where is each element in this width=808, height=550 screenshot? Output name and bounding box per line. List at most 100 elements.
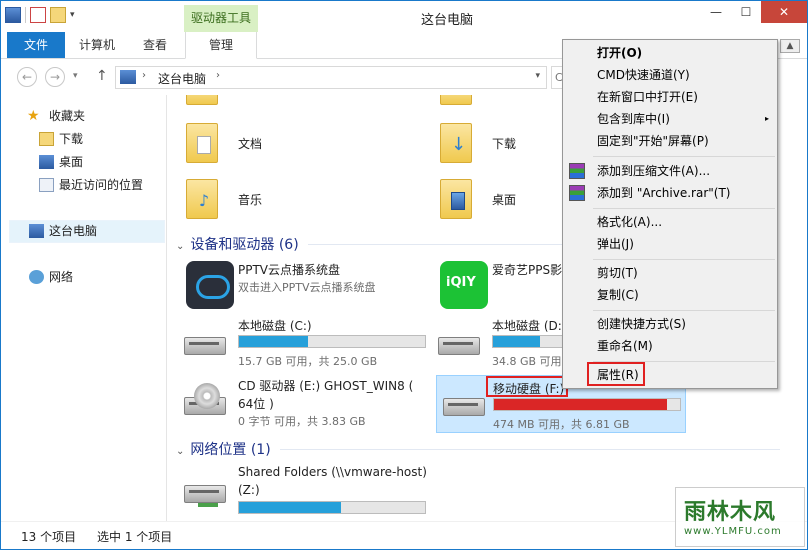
recent-locations-chevron-icon[interactable]: ▾ — [73, 71, 78, 81]
minimize-button[interactable]: — — [701, 1, 731, 23]
forward-button[interactable]: → — [45, 67, 65, 87]
tab-view[interactable]: 查看 — [129, 32, 181, 58]
menu-item-eject[interactable]: 弹出(J) — [563, 233, 777, 255]
menu-item-add-to-archive-rar[interactable]: 添加到 "Archive.rar"(T) — [563, 182, 777, 204]
folder-documents[interactable]: 文档 — [168, 121, 408, 171]
menu-item-pin-to-start[interactable]: 固定到"开始"屏幕(P) — [563, 130, 777, 152]
breadcrumb-this-pc[interactable]: 这台电脑 — [158, 70, 206, 87]
menu-item-label: 创建快捷方式(S) — [597, 317, 686, 331]
menu-item-open-new-window[interactable]: 在新窗口中打开(E) — [563, 86, 777, 108]
drive-free-space: 474 MB 可用，共 6.81 GB — [493, 418, 630, 431]
drive-description: 双击进入PPTV云点播系统盘 — [238, 281, 376, 294]
menu-separator — [593, 208, 775, 209]
capacity-bar — [238, 335, 426, 348]
drive-name: PPTV云点播系统盘 — [238, 263, 341, 277]
menu-item-label: 剪切(T) — [597, 266, 638, 280]
breadcrumb-separator-icon[interactable]: › — [216, 70, 220, 81]
annotation-highlight-box — [486, 376, 568, 397]
menu-item-format[interactable]: 格式化(A)... — [563, 211, 777, 233]
folder-label: 下载 — [492, 137, 517, 151]
computer-icon — [120, 70, 136, 84]
downloads-folder-icon — [39, 132, 54, 146]
winrar-icon — [569, 185, 585, 201]
folder-label: 桌面 — [492, 193, 517, 207]
tab-manage[interactable]: 管理 — [185, 32, 257, 59]
menu-item-include-in-library[interactable]: 包含到库中(I) ▸ — [563, 108, 777, 130]
menu-item-label: 重命名(M) — [597, 339, 653, 353]
network-drive-icon — [184, 475, 226, 507]
capacity-bar — [493, 398, 681, 411]
context-menu: 打开(O) CMD快速通道(Y) 在新窗口中打开(E) 包含到库中(I) ▸ 固定… — [562, 39, 778, 389]
drive-z[interactable]: Shared Folders (\\vmware-host) (Z:) — [168, 463, 430, 517]
menu-item-copy[interactable]: 复制(C) — [563, 284, 777, 306]
group-divider — [308, 244, 568, 245]
menu-item-label: 包含到库中(I) — [597, 112, 670, 126]
menu-separator — [593, 310, 775, 311]
chevron-down-icon: ⌄ — [176, 446, 185, 457]
network-icon — [29, 270, 44, 284]
computer-icon[interactable] — [5, 7, 21, 23]
group-header-devices[interactable]: ⌄ 设备和驱动器 (6) — [176, 234, 299, 254]
menu-item-label: 复制(C) — [597, 288, 639, 302]
drive-d[interactable]: 本地磁盘 (D: 34.8 GB 可用， — [422, 315, 562, 369]
computer-icon — [29, 224, 44, 238]
drive-c[interactable]: 本地磁盘 (C:) 15.7 GB 可用，共 25.0 GB — [168, 315, 430, 369]
sidebar-item-label: 网络 — [49, 270, 74, 284]
drive-name: Shared Folders (\\vmware-host) — [238, 465, 427, 479]
title-bar: ▾ 驱动器工具 这台电脑 — ☐ ✕ — [1, 1, 807, 32]
folder-music[interactable]: ♪ 音乐 — [168, 177, 408, 227]
menu-item-add-to-archive[interactable]: 添加到压缩文件(A)... — [563, 160, 777, 182]
menu-item-rename[interactable]: 重命名(M) — [563, 335, 777, 357]
desktop-folder-icon — [440, 179, 472, 219]
tab-file[interactable]: 文件 — [7, 32, 65, 58]
sidebar-item-label: 下载 — [59, 132, 84, 146]
drive-free-space: 34.8 GB 可用， — [492, 355, 562, 368]
group-header-network[interactable]: ⌄ 网络位置 (1) — [176, 439, 271, 459]
up-button[interactable]: ↑ — [96, 68, 108, 84]
address-bar[interactable]: › 这台电脑 › ▾ — [115, 66, 547, 89]
scroll-up-button[interactable]: ▲ — [780, 39, 800, 53]
sidebar-item-label: 最近访问的位置 — [59, 178, 144, 192]
customize-toolbar-icon[interactable]: ▾ — [70, 10, 75, 20]
sidebar-item-label: 收藏夹 — [49, 109, 86, 123]
menu-item-label: 在新窗口中打开(E) — [597, 90, 698, 104]
drive-e[interactable]: CD 驱动器 (E:) GHOST_WIN8 ( 64位 ) 0 字节 可用，共… — [168, 375, 430, 429]
drive-iqiyi[interactable]: 爱奇艺PPS影 — [422, 259, 562, 313]
watermark-logo: 雨林木风 — [684, 499, 777, 525]
address-history-chevron-icon[interactable]: ▾ — [535, 71, 540, 81]
maximize-button[interactable]: ☐ — [731, 1, 761, 23]
menu-item-open[interactable]: 打开(O) — [563, 42, 777, 64]
tab-computer[interactable]: 计算机 — [69, 32, 125, 58]
menu-item-label: 固定到"开始"屏幕(P) — [597, 134, 709, 148]
window-controls: — ☐ ✕ — [701, 1, 807, 23]
status-item-count: 13 个项目 — [21, 530, 77, 544]
drive-tools-tab-group: 驱动器工具 — [184, 5, 258, 32]
folder-icon — [440, 95, 472, 105]
menu-item-cmd[interactable]: CMD快速通道(Y) — [563, 64, 777, 86]
breadcrumb-separator-icon[interactable]: › — [142, 70, 146, 81]
capacity-fill — [493, 336, 540, 347]
navigation-pane: ★ 收藏夹 下载 桌面 最近访问的位置 这台电脑 网络 — [1, 95, 167, 521]
menu-separator — [593, 259, 775, 260]
drive-name: 本地磁盘 (D: — [492, 319, 562, 333]
drive-name: CD 驱动器 (E:) GHOST_WIN8 ( — [238, 379, 414, 393]
drive-pptv[interactable]: PPTV云点播系统盘 双击进入PPTV云点播系统盘 — [168, 259, 418, 313]
explorer-window: ▾ 驱动器工具 这台电脑 — ☐ ✕ 文件 计算机 查看 管理 ← → ▾ ↑ … — [0, 0, 808, 550]
watermark: 雨林木风 www.YLMFU.com — [675, 487, 805, 547]
menu-item-cut[interactable]: 剪切(T) — [563, 262, 777, 284]
back-button[interactable]: ← — [17, 67, 37, 87]
group-label: 设备和驱动器 (6) — [190, 237, 299, 253]
cd-drive-icon — [184, 383, 226, 417]
downloads-folder-icon: ↓ — [440, 123, 472, 163]
desktop-icon — [39, 155, 54, 169]
menu-separator — [593, 156, 775, 157]
new-folder-icon[interactable] — [50, 7, 66, 23]
menu-item-create-shortcut[interactable]: 创建快捷方式(S) — [563, 313, 777, 335]
drive-free-space: 0 字节 可用，共 3.83 GB — [238, 415, 366, 428]
group-label: 网络位置 (1) — [190, 442, 271, 458]
drive-name-continued: 64位 ) — [238, 397, 274, 411]
removable-drive-icon — [443, 388, 485, 418]
properties-icon[interactable] — [30, 7, 46, 23]
close-button[interactable]: ✕ — [761, 1, 807, 23]
menu-item-label: 弹出(J) — [597, 237, 634, 251]
